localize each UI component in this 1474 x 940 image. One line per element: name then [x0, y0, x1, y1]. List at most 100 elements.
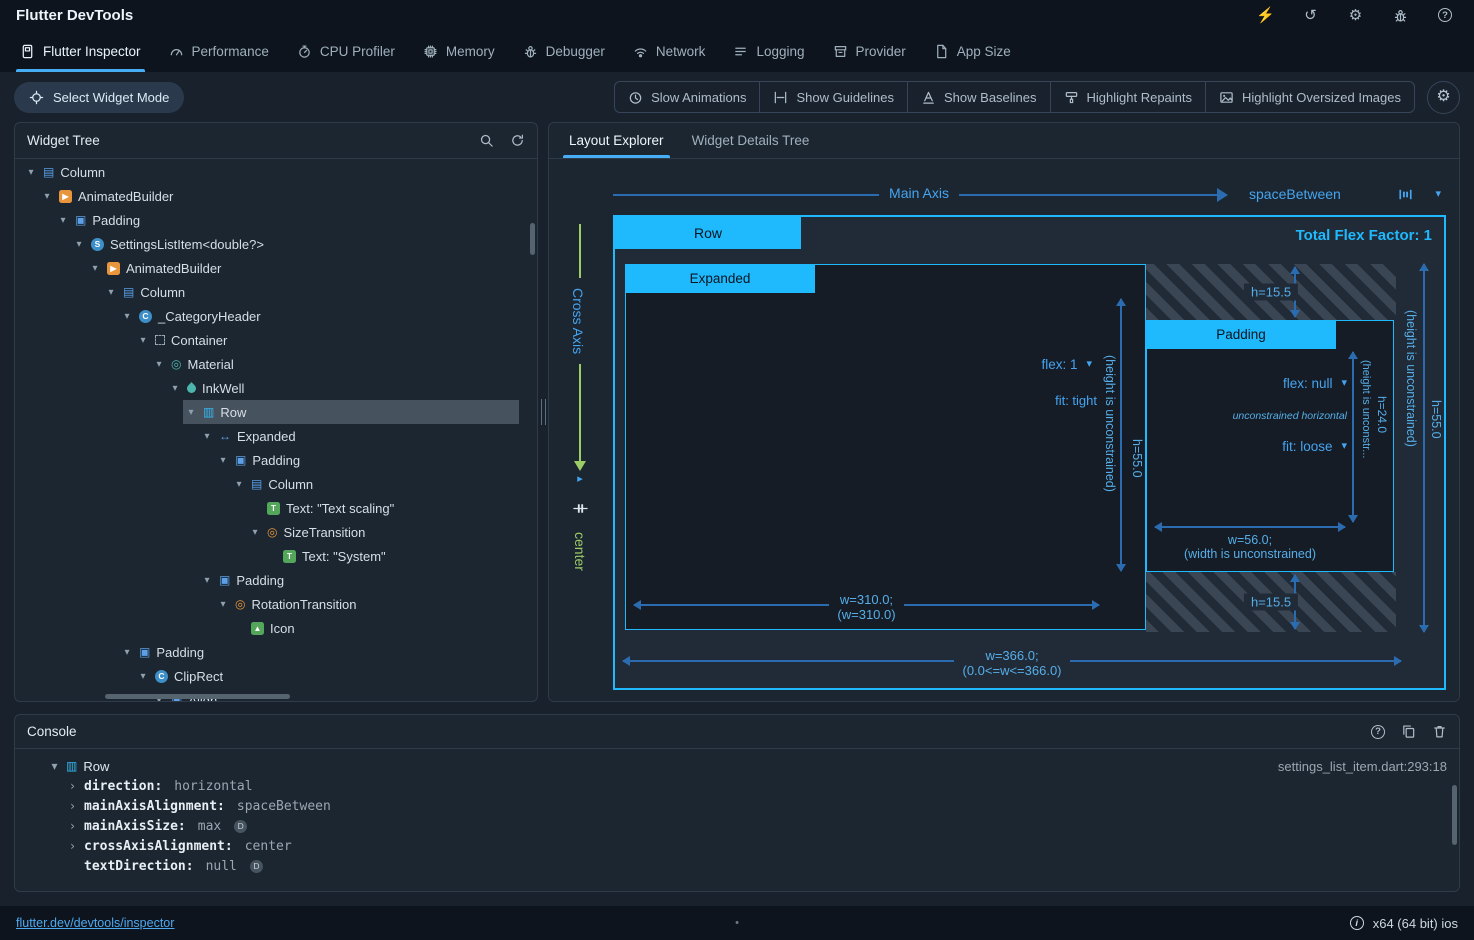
- tab-cpu-profiler[interactable]: CPU Profiler: [283, 30, 409, 72]
- expander-chevron-icon[interactable]: ▾: [217, 599, 229, 610]
- tree-node-expanded[interactable]: ▾↔Expanded: [15, 424, 537, 448]
- console-property[interactable]: ›mainAxisSize:maxD: [27, 816, 1447, 836]
- console-scrollbar[interactable]: [1452, 785, 1457, 845]
- expander-chevron-icon[interactable]: ▾: [233, 479, 245, 490]
- expander-chevron-icon[interactable]: ▾: [89, 263, 101, 274]
- letter-c-widget-icon: C: [139, 310, 152, 323]
- tree-horizontal-scrollbar[interactable]: [105, 694, 290, 699]
- expander-chevron-icon[interactable]: ›: [67, 779, 78, 793]
- tree-node-padding[interactable]: ▾▣Padding: [15, 640, 537, 664]
- flash-button[interactable]: ⚡: [1258, 8, 1273, 23]
- tab-network[interactable]: Network: [619, 30, 720, 72]
- expander-chevron-icon[interactable]: ›: [67, 839, 78, 853]
- main-axis-alignment-dropdown[interactable]: spaceBetween ▾: [1249, 186, 1441, 202]
- expander-chevron-icon[interactable]: ▾: [153, 359, 165, 370]
- show-guidelines-button[interactable]: Show Guidelines: [759, 81, 907, 113]
- expander-chevron-icon[interactable]: ▾: [49, 759, 60, 773]
- help-button[interactable]: ?: [1438, 8, 1452, 22]
- expander-chevron-icon[interactable]: ▾: [121, 311, 133, 322]
- console-copy-button[interactable]: [1401, 724, 1416, 739]
- tab-provider[interactable]: Provider: [819, 30, 920, 72]
- expander-chevron-icon[interactable]: ▾: [73, 239, 85, 250]
- expander-chevron-icon[interactable]: ▾: [185, 407, 197, 418]
- tree-node-cliprect[interactable]: ▾CClipRect: [15, 664, 537, 688]
- settings-button[interactable]: ⚙: [1348, 8, 1363, 23]
- slow-animations-button[interactable]: Slow Animations: [614, 81, 759, 113]
- expanded-widget-tab[interactable]: Expanded: [625, 264, 815, 293]
- main-tabbar: Flutter InspectorPerformanceCPU Profiler…: [0, 30, 1474, 72]
- tree-node-padding[interactable]: ▾▣Padding: [15, 448, 537, 472]
- highlight-oversized-images-button[interactable]: Highlight Oversized Images: [1205, 81, 1415, 113]
- expander-chevron-icon[interactable]: ▾: [201, 431, 213, 442]
- console-property[interactable]: ›crossAxisAlignment:center: [27, 836, 1447, 856]
- tree-node-rotationtransition[interactable]: ▾◎RotationTransition: [15, 592, 537, 616]
- highlight-repaints-button[interactable]: Highlight Repaints: [1050, 81, 1206, 113]
- expander-chevron-icon[interactable]: ▾: [137, 671, 149, 682]
- cross-axis-alignment-dropdown[interactable]: ▸ center: [567, 472, 593, 571]
- inspector-settings-button[interactable]: ⚙: [1427, 81, 1460, 114]
- devtools-docs-link[interactable]: flutter.dev/devtools/inspector: [16, 916, 174, 930]
- tab-app-size[interactable]: App Size: [920, 30, 1025, 72]
- tab-layout-explorer[interactable]: Layout Explorer: [555, 123, 678, 158]
- source-location-link[interactable]: settings_list_item.dart:293:18: [1278, 759, 1447, 774]
- padding-fit-dropdown[interactable]: fit: loose ▾: [1282, 439, 1347, 454]
- tree-node-padding[interactable]: ▾▣Padding: [15, 208, 537, 232]
- expander-chevron-icon[interactable]: ▾: [137, 335, 149, 346]
- padding-widget-tab[interactable]: Padding: [1146, 320, 1336, 349]
- tree-search-button[interactable]: [479, 133, 494, 148]
- tree-refresh-button[interactable]: [510, 133, 525, 148]
- tab-debugger[interactable]: Debugger: [509, 30, 619, 72]
- expander-chevron-icon[interactable]: ▾: [201, 575, 213, 586]
- tree-node-label: Icon: [270, 621, 295, 636]
- tree-node-container[interactable]: ▾Container: [15, 328, 537, 352]
- tree-node-text-text-scaling[interactable]: TText: "Text scaling": [15, 496, 537, 520]
- expander-chevron-icon[interactable]: ▾: [105, 287, 117, 298]
- tree-node-row[interactable]: ▾▥Row: [15, 400, 537, 424]
- tab-logging[interactable]: Logging: [719, 30, 818, 72]
- console-property[interactable]: ›mainAxisAlignment:spaceBetween: [27, 796, 1447, 816]
- console-property[interactable]: ›direction:horizontal: [27, 776, 1447, 796]
- row-widget-tab[interactable]: Row: [615, 217, 801, 249]
- expander-chevron-icon[interactable]: ▾: [41, 191, 53, 202]
- tab-flutter-inspector[interactable]: Flutter Inspector: [6, 30, 155, 72]
- select-widget-mode-button[interactable]: Select Widget Mode: [14, 82, 184, 113]
- tree-node-icon[interactable]: ▲Icon: [15, 616, 537, 640]
- tab-memory[interactable]: Memory: [409, 30, 509, 72]
- expander-chevron-icon[interactable]: ▾: [25, 167, 37, 178]
- logging-icon: [733, 44, 748, 59]
- expander-chevron-icon[interactable]: ▾: [121, 647, 133, 658]
- console-help-button[interactable]: ?: [1371, 724, 1385, 739]
- report-bug-button[interactable]: [1393, 8, 1408, 23]
- tree-node-material[interactable]: ▾◎Material: [15, 352, 537, 376]
- console-clear-button[interactable]: [1432, 724, 1447, 739]
- panel-splitter[interactable]: [538, 122, 548, 702]
- tree-node-sizetransition[interactable]: ▾◎SizeTransition: [15, 520, 537, 544]
- tab-widget-details-tree[interactable]: Widget Details Tree: [678, 123, 824, 158]
- expander-chevron-icon[interactable]: ▾: [249, 527, 261, 538]
- tree-node-inkwell[interactable]: ▾InkWell: [15, 376, 537, 400]
- tree-vertical-scrollbar[interactable]: [530, 223, 535, 255]
- expander-chevron-icon[interactable]: ›: [67, 819, 78, 833]
- tree-node-text-system[interactable]: TText: "System": [15, 544, 537, 568]
- tree-node-padding[interactable]: ▾▣Padding: [15, 568, 537, 592]
- tree-node-categoryheader[interactable]: ▾C_CategoryHeader: [15, 304, 537, 328]
- tree-node-label: AnimatedBuilder: [126, 261, 221, 276]
- tab-performance[interactable]: Performance: [155, 30, 283, 72]
- tree-node-column[interactable]: ▾▤Column: [15, 280, 537, 304]
- expander-chevron-icon[interactable]: ▾: [217, 455, 229, 466]
- tree-node-animatedbuilder[interactable]: ▾▶AnimatedBuilder: [15, 256, 537, 280]
- expander-chevron-icon[interactable]: ▾: [169, 383, 181, 394]
- tree-node-column[interactable]: ▾▤Column: [15, 472, 537, 496]
- console-property[interactable]: textDirection:nullD: [27, 856, 1447, 876]
- tree-node-label: Padding: [252, 453, 300, 468]
- tree-node-column[interactable]: ▾▤Column: [15, 160, 537, 184]
- history-button[interactable]: ↺: [1303, 8, 1318, 23]
- tree-node-animatedbuilder[interactable]: ▾▶AnimatedBuilder: [15, 184, 537, 208]
- expanded-flex-dropdown[interactable]: flex: 1 ▾: [1041, 357, 1092, 372]
- expander-chevron-icon[interactable]: ▾: [57, 215, 69, 226]
- console-selected-widget-line[interactable]: ▾▥Rowsettings_list_item.dart:293:18: [27, 756, 1447, 776]
- tree-node-settingslistitem-double[interactable]: ▾SSettingsListItem<double?>: [15, 232, 537, 256]
- show-baselines-button[interactable]: Show Baselines: [907, 81, 1050, 113]
- expander-chevron-icon[interactable]: ›: [67, 799, 78, 813]
- padding-flex-dropdown[interactable]: flex: null ▾: [1283, 376, 1347, 391]
